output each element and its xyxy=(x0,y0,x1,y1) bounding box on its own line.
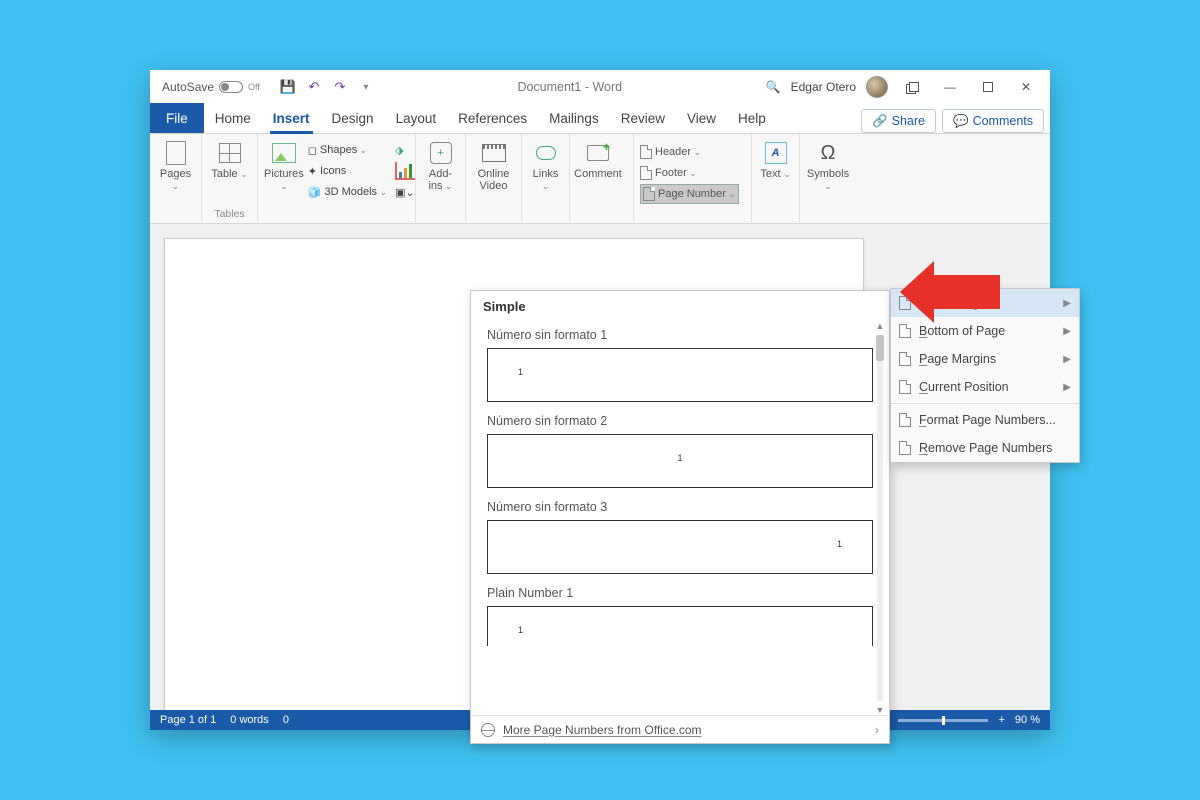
chart-button[interactable] xyxy=(395,161,415,181)
shapes-button[interactable]: ◻Shapes xyxy=(308,140,387,160)
footer-icon xyxy=(640,166,652,180)
addins-button[interactable]: +Add- ins xyxy=(422,138,459,192)
header-button[interactable]: Header xyxy=(640,142,739,162)
save-icon[interactable]: 💾 xyxy=(280,79,296,95)
menu-format-page-numbers[interactable]: Format Page Numbers... xyxy=(891,406,1079,434)
chevron-right-icon: ▶ xyxy=(1063,298,1071,309)
pages-button[interactable]: Pages xyxy=(156,138,195,192)
tab-home[interactable]: Home xyxy=(204,103,262,133)
header-icon xyxy=(640,145,652,159)
annotation-arrow xyxy=(930,275,1000,309)
zoom-in-icon[interactable]: + xyxy=(998,714,1004,726)
chevron-right-icon: › xyxy=(875,723,879,737)
smartart-icon: ⬗ xyxy=(395,144,403,157)
search-icon[interactable]: 🔍 xyxy=(766,80,781,94)
tab-mailings[interactable]: Mailings xyxy=(538,103,610,133)
word-window: AutoSave Off 💾 ↶ ↷ ▾ Document1 - Word 🔍 … xyxy=(150,70,1050,730)
zoom-level[interactable]: 90 % xyxy=(1015,714,1040,726)
screenshot-button[interactable]: ▣⌄ xyxy=(395,182,415,202)
doc-icon xyxy=(899,413,911,427)
page-number-button[interactable]: Page Number xyxy=(640,184,739,204)
table-button[interactable]: Table xyxy=(208,138,251,180)
undo-icon[interactable]: ↶ xyxy=(306,79,322,95)
pictures-button[interactable]: Pictures xyxy=(264,138,304,192)
symbols-button[interactable]: ΩSymbols xyxy=(806,138,850,192)
status-words[interactable]: 0 words xyxy=(230,714,269,726)
ribbon-tabs: File Home Insert Design Layout Reference… xyxy=(150,104,1050,134)
new-comment-icon xyxy=(587,145,609,161)
addins-icon: + xyxy=(430,142,452,164)
icons-button[interactable]: ✦Icons xyxy=(308,161,387,181)
shapes-icon: ◻ xyxy=(308,144,317,157)
tab-review[interactable]: Review xyxy=(610,103,676,133)
scroll-down-icon[interactable]: ▼ xyxy=(875,705,885,715)
ribbon: Pages Table Tables Pictures ◻Shapes ✦Ico… xyxy=(150,134,1050,224)
footer-button[interactable]: Footer xyxy=(640,163,739,183)
status-page[interactable]: Page 1 of 1 xyxy=(160,714,216,726)
menu-current-position[interactable]: Current Position▶ xyxy=(891,373,1079,401)
tab-references[interactable]: References xyxy=(447,103,538,133)
more-from-office[interactable]: More Page Numbers from Office.com › xyxy=(471,715,889,743)
titlebar: AutoSave Off 💾 ↶ ↷ ▾ Document1 - Word 🔍 … xyxy=(150,70,1050,104)
gallery-item[interactable]: Número sin formato 3 1 xyxy=(487,500,873,574)
comment-icon: 💬 xyxy=(953,114,969,129)
page-number-gallery: Simple Número sin formato 1 1 Número sin… xyxy=(470,290,890,744)
omega-icon: Ω xyxy=(815,140,841,166)
link-icon xyxy=(536,146,556,160)
gallery-scrollbar[interactable]: ▲ ▼ xyxy=(873,321,887,715)
page-number-icon xyxy=(643,187,655,201)
globe-icon xyxy=(481,723,495,737)
gallery-item[interactable]: Número sin formato 2 1 xyxy=(487,414,873,488)
redo-icon[interactable]: ↷ xyxy=(332,79,348,95)
gallery-item[interactable]: Plain Number 1 1 xyxy=(487,586,873,646)
zoom-slider[interactable] xyxy=(898,719,988,722)
comments-button[interactable]: 💬Comments xyxy=(942,109,1044,133)
chart-icon xyxy=(395,162,415,180)
group-tables-label: Tables xyxy=(202,208,257,223)
tab-design[interactable]: Design xyxy=(321,103,385,133)
screenshot-icon: ▣⌄ xyxy=(395,186,415,199)
doc-icon xyxy=(899,380,911,394)
window-title: Document1 - Word xyxy=(374,80,766,94)
video-icon xyxy=(482,144,506,162)
scroll-up-icon[interactable]: ▲ xyxy=(875,321,885,331)
doc-icon xyxy=(899,352,911,366)
links-button[interactable]: Links xyxy=(528,138,563,192)
share-button[interactable]: 🔗Share xyxy=(861,109,936,133)
close-icon[interactable]: ✕ xyxy=(1012,77,1040,97)
avatar[interactable] xyxy=(866,76,888,98)
minimize-icon[interactable]: — xyxy=(936,77,964,97)
tab-layout[interactable]: Layout xyxy=(385,103,448,133)
cube-icon: 🧊 xyxy=(308,186,322,199)
maximize-icon[interactable] xyxy=(974,77,1002,97)
gallery-heading: Simple xyxy=(471,291,889,322)
smartart-button[interactable]: ⬗ xyxy=(395,140,415,160)
autosave-toggle[interactable]: AutoSave Off xyxy=(162,80,260,94)
qat-customize-icon[interactable]: ▾ xyxy=(358,79,374,95)
doc-remove-icon xyxy=(899,441,911,455)
icons-icon: ✦ xyxy=(308,165,317,178)
text-button[interactable]: AText xyxy=(758,138,793,180)
tab-view[interactable]: View xyxy=(676,103,727,133)
toggle-off-icon xyxy=(219,81,243,93)
3d-models-button[interactable]: 🧊3D Models xyxy=(308,182,387,202)
ribbon-display-icon[interactable] xyxy=(898,77,926,97)
doc-icon xyxy=(899,324,911,338)
comment-button[interactable]: Comment xyxy=(576,138,620,180)
online-video-button[interactable]: Online Video xyxy=(472,138,515,192)
status-extra: 0 xyxy=(283,714,289,726)
menu-page-margins[interactable]: Page Margins▶ xyxy=(891,345,1079,373)
share-icon: 🔗 xyxy=(872,114,888,129)
user-name: Edgar Otero xyxy=(791,80,856,94)
tab-insert[interactable]: Insert xyxy=(262,103,321,133)
gallery-item[interactable]: Número sin formato 1 1 xyxy=(487,328,873,402)
textbox-icon: A xyxy=(765,142,787,164)
menu-remove-page-numbers[interactable]: Remove Page Numbers xyxy=(891,434,1079,462)
tab-file[interactable]: File xyxy=(150,103,204,133)
tab-help[interactable]: Help xyxy=(727,103,777,133)
